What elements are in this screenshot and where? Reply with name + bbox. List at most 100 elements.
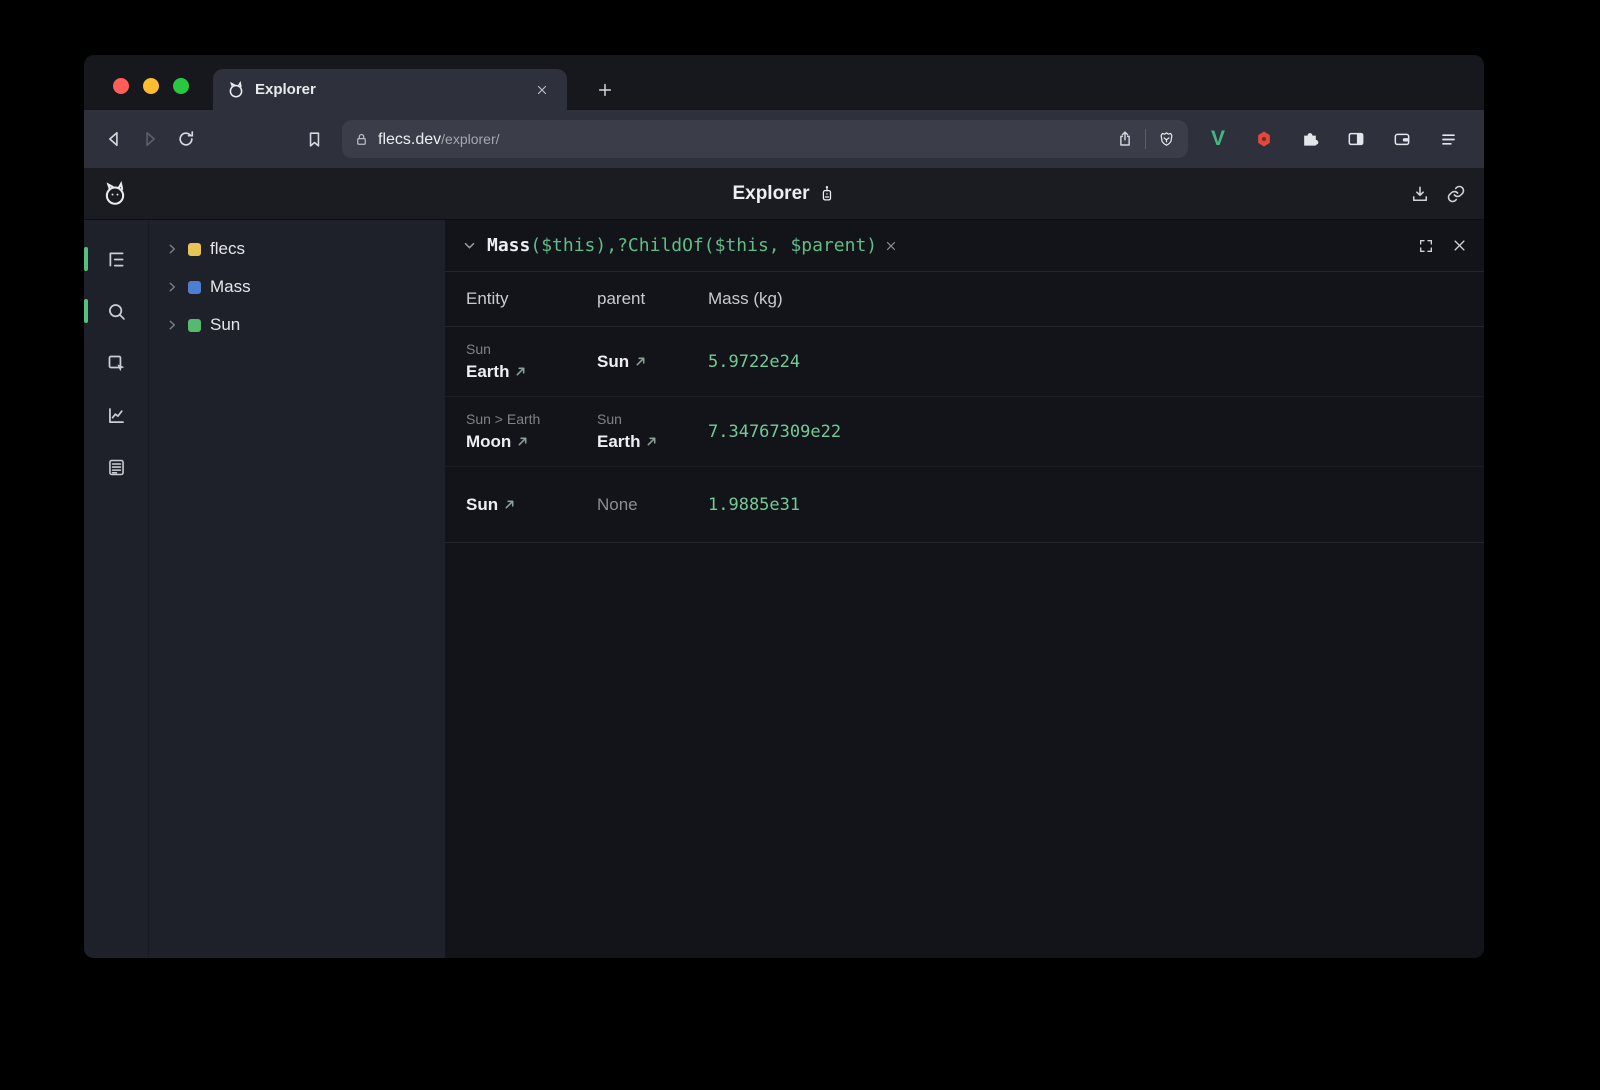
tree-item-mass[interactable]: Mass xyxy=(149,268,445,306)
entity-link-label: Moon xyxy=(466,429,511,455)
vue-devtools-icon[interactable]: V xyxy=(1198,121,1238,157)
external-link-icon xyxy=(515,366,526,377)
entity-cell: Sun > Earth Moon xyxy=(466,399,597,465)
entity-link[interactable]: Moon xyxy=(466,429,589,455)
column-header-mass: Mass (kg) xyxy=(708,289,1484,309)
page-title: Explorer xyxy=(732,183,809,205)
query-optional-term: ?ChildOf($this, $parent) xyxy=(617,235,877,256)
tab-close-icon[interactable] xyxy=(531,79,553,101)
url-bar[interactable]: flecs.dev/explorer/ xyxy=(342,120,1188,158)
menu-hamburger-icon[interactable] xyxy=(1428,121,1468,157)
active-indicator xyxy=(84,299,88,323)
stats-icon[interactable] xyxy=(98,397,134,433)
external-link-icon xyxy=(635,356,646,367)
entity-color-swatch xyxy=(188,281,201,294)
query-panel: Mass($this), ?ChildOf($this, $parent) xyxy=(445,220,1484,958)
parent-cell: None xyxy=(597,482,708,528)
download-icon[interactable] xyxy=(1410,184,1430,204)
mass-value: 5.9722e24 xyxy=(708,342,1484,382)
back-button[interactable] xyxy=(96,121,132,157)
window-close-button[interactable] xyxy=(113,78,129,94)
entity-link[interactable]: Sun xyxy=(466,492,589,518)
sidebar-toggle-icon[interactable] xyxy=(1336,121,1376,157)
chevron-right-icon[interactable] xyxy=(165,280,179,294)
entity-parent-path: Sun xyxy=(466,339,589,359)
column-header-entity: Entity xyxy=(466,289,597,309)
parent-link[interactable]: Earth xyxy=(597,429,700,455)
external-link-icon xyxy=(646,436,657,447)
entity-cell: Sun Earth xyxy=(466,329,597,395)
browser-window: Explorer xyxy=(84,55,1484,958)
window-minimize-button[interactable] xyxy=(143,78,159,94)
remote-icon xyxy=(819,184,836,203)
entity-color-swatch xyxy=(188,319,201,332)
parent-cell: Sun xyxy=(597,339,708,385)
icon-rail xyxy=(84,220,148,958)
traffic-lights xyxy=(113,78,189,94)
entity-link[interactable]: Earth xyxy=(466,359,589,385)
entity-parent-path: Sun > Earth xyxy=(466,409,589,429)
query-term-args: ($this), xyxy=(530,235,617,256)
fullscreen-icon[interactable] xyxy=(1418,238,1434,254)
mass-value: 1.9885e31 xyxy=(708,485,1484,525)
tab-strip: Explorer xyxy=(84,55,1484,110)
url-path: /explorer/ xyxy=(441,131,499,147)
explorer-body: flecs Mass Sun xyxy=(84,220,1484,958)
permalink-icon[interactable] xyxy=(1446,184,1466,204)
table-row: Sun Earth Sun 5.9722e24 xyxy=(445,327,1484,397)
reload-button[interactable] xyxy=(168,121,204,157)
parent-link[interactable]: Sun xyxy=(597,349,700,375)
flecs-logo xyxy=(102,181,128,207)
tree-item-sun[interactable]: Sun xyxy=(149,306,445,344)
close-panel-icon[interactable] xyxy=(1452,238,1467,253)
parent-link-label: Sun xyxy=(597,349,629,375)
mass-value: 7.34767309e22 xyxy=(708,412,1484,452)
chevron-right-icon[interactable] xyxy=(165,318,179,332)
urlbar-divider xyxy=(1145,129,1146,149)
explorer-header: Explorer xyxy=(84,168,1484,220)
desktop-background: Explorer xyxy=(0,0,1600,1090)
tree-item-flecs[interactable]: flecs xyxy=(149,230,445,268)
commands-icon[interactable] xyxy=(98,449,134,485)
table-row: Sun None 1.9885e31 xyxy=(445,467,1484,543)
hexagon-extension-icon[interactable] xyxy=(1244,121,1284,157)
parent-parent-path: Sun xyxy=(597,409,700,429)
forward-button[interactable] xyxy=(132,121,168,157)
url-text: flecs.dev/explorer/ xyxy=(378,129,500,149)
external-link-icon xyxy=(517,436,528,447)
query-expression[interactable]: Mass($this), ?ChildOf($this, $parent) xyxy=(487,235,897,256)
parent-none-value: None xyxy=(597,492,700,518)
tree-item-label: Sun xyxy=(210,315,240,335)
entity-tree-panel: flecs Mass Sun xyxy=(148,220,445,958)
urlbar-right-icons xyxy=(1116,129,1176,149)
chevron-down-icon[interactable] xyxy=(462,238,477,253)
brave-shield-icon[interactable] xyxy=(1157,130,1176,149)
lock-icon xyxy=(354,132,369,147)
browser-tab[interactable]: Explorer xyxy=(213,69,567,110)
inspect-icon[interactable] xyxy=(98,345,134,381)
share-icon[interactable] xyxy=(1116,130,1134,148)
extensions-puzzle-icon[interactable] xyxy=(1290,121,1330,157)
url-domain: flecs.dev xyxy=(378,131,441,148)
parent-cell: Sun Earth xyxy=(597,399,708,465)
active-indicator xyxy=(84,247,88,271)
tab-title: Explorer xyxy=(255,81,521,98)
parent-link-label: Earth xyxy=(597,429,640,455)
tree-item-label: Mass xyxy=(210,277,251,297)
header-right-icons xyxy=(1410,184,1466,204)
wallet-icon[interactable] xyxy=(1382,121,1422,157)
new-tab-button[interactable] xyxy=(585,69,625,110)
window-zoom-button[interactable] xyxy=(173,78,189,94)
entity-tree-icon[interactable] xyxy=(98,241,134,277)
result-table-header: Entity parent Mass (kg) xyxy=(445,272,1484,327)
external-link-icon xyxy=(504,499,515,510)
entity-cell: Sun xyxy=(466,482,597,528)
column-header-parent: parent xyxy=(597,289,708,309)
chevron-right-icon[interactable] xyxy=(165,242,179,256)
entity-link-label: Earth xyxy=(466,359,509,385)
search-icon[interactable] xyxy=(98,293,134,329)
query-clear-icon[interactable] xyxy=(885,240,897,252)
entity-link-label: Sun xyxy=(466,492,498,518)
page-content: Explorer xyxy=(84,168,1484,958)
bookmark-icon[interactable] xyxy=(296,121,332,157)
